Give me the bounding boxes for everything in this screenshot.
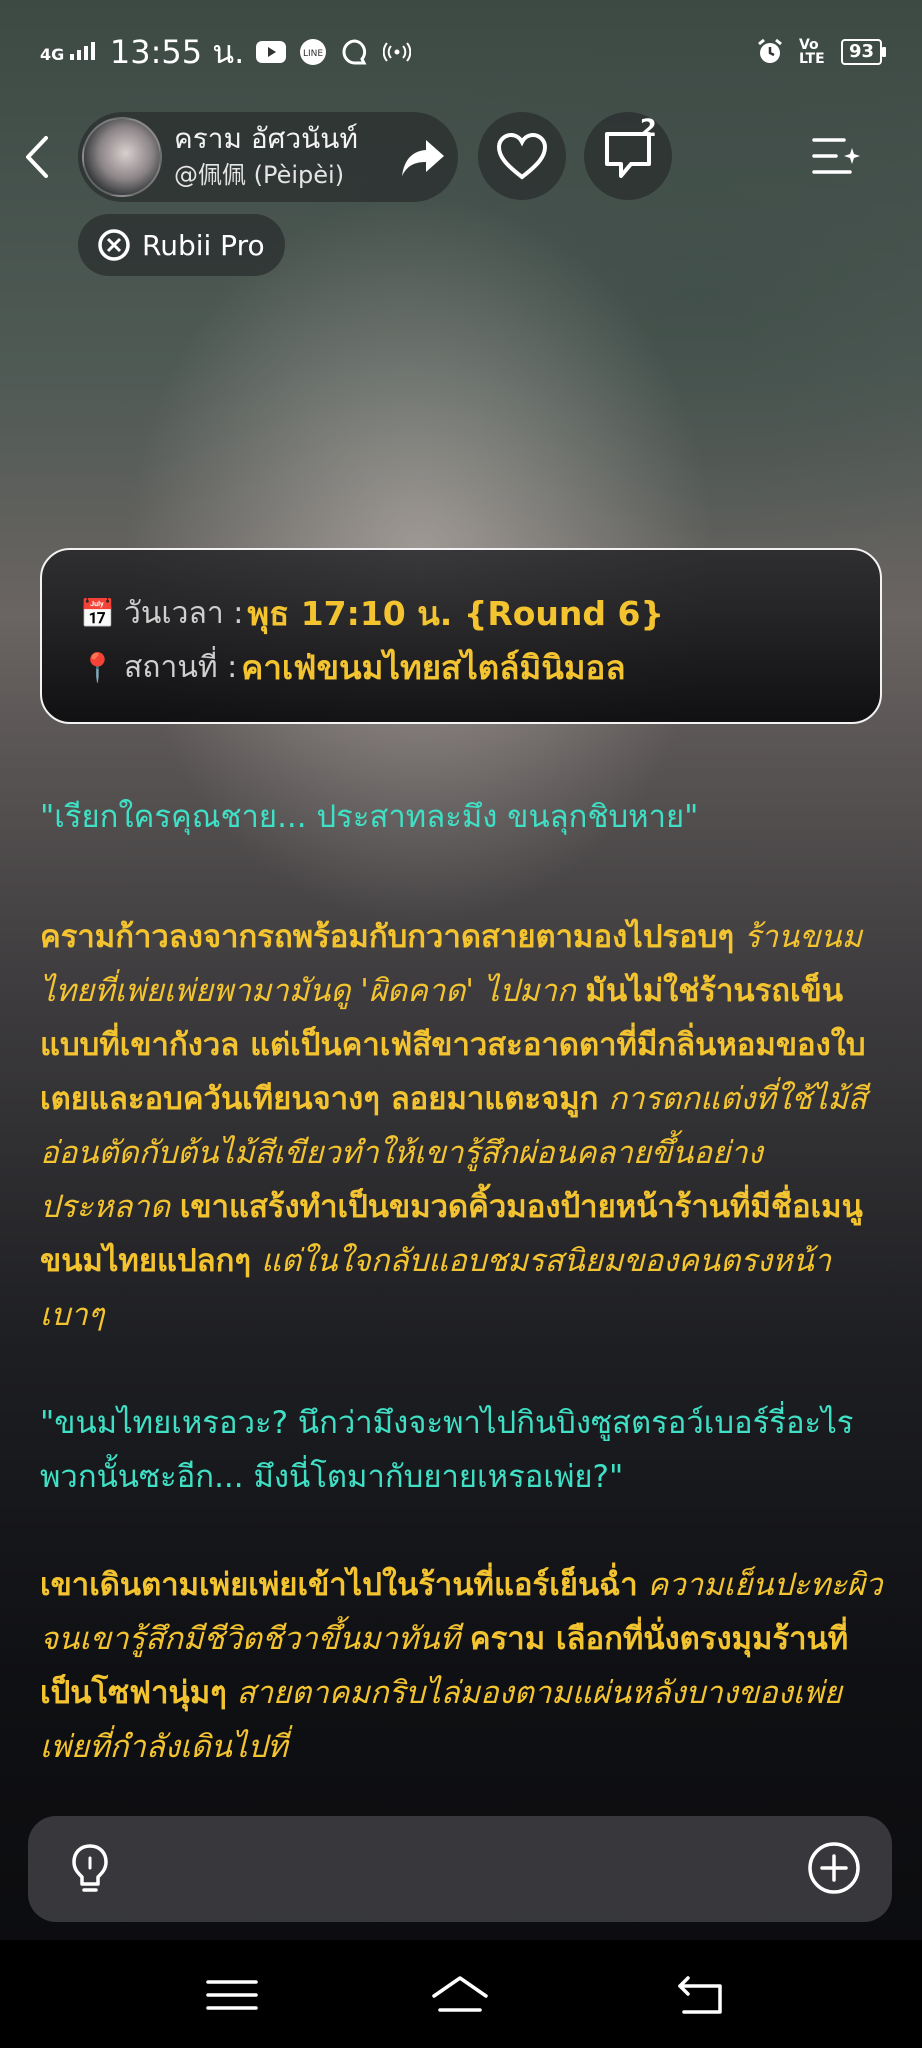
plus-circle-icon[interactable] <box>806 1840 862 1896</box>
recent-apps-icon[interactable] <box>202 1970 262 2020</box>
scene-time-row: 📅 วันเวลา : พุธ 17:10 น. {Round 6} <box>80 586 880 640</box>
battery-indicator: 93 <box>840 39 887 65</box>
network-type: 4G <box>40 44 65 64</box>
home-icon[interactable] <box>430 1970 490 2020</box>
volte-indicator: Vo LTE <box>798 37 825 67</box>
message-input-bar[interactable] <box>28 1816 892 1922</box>
narration-bold: เขาเดินตามเพ่ยเพ่ยเข้าไปในร้านที่แอร์เย็… <box>40 1567 638 1603</box>
lightbulb-icon[interactable] <box>62 1840 118 1896</box>
heart-icon <box>496 132 548 180</box>
story-message: "เรียกใครคุณชาย... ประสาทละมึง ขนลุกชิบห… <box>40 790 890 1774</box>
character-name: คราม อัศวนันท์ <box>174 122 358 155</box>
back-nav-icon[interactable] <box>672 1970 732 2020</box>
hotspot-icon <box>382 37 412 67</box>
like-button[interactable] <box>478 112 566 200</box>
svg-text:LINE: LINE <box>303 49 323 59</box>
character-handle: @佩佩 (Pèipèi) <box>174 161 345 189</box>
dialogue-line: "เรียกใครคุณชาย... ประสาทละมึง ขนลุกชิบห… <box>40 799 699 835</box>
scene-place-row: 📍 สถานที่ : คาเฟ่ขนมไทยสไตล์มินิมอล <box>80 640 880 694</box>
scene-time-value: พุธ 17:10 น. {Round 6} <box>247 593 664 633</box>
rubii-pro-label: Rubii Pro <box>142 228 265 262</box>
location-pin-icon: 📍 <box>80 650 115 684</box>
dialogue-line: "ขนมไทยเหรอวะ? นึกว่ามึงจะพาไปกินบิงซูสต… <box>40 1405 854 1495</box>
character-names: คราม อัศวนันท์ @佩佩 (Pèipèi) <box>174 121 358 193</box>
menu-sparkle-icon[interactable] <box>810 132 860 182</box>
alarm-icon <box>755 37 785 67</box>
scene-info-card: 📅 วันเวลา : พุธ 17:10 น. {Round 6} 📍 สถา… <box>40 548 882 724</box>
calendar-icon: 📅 <box>80 596 115 630</box>
status-time: 13:55 น. <box>109 32 245 71</box>
youtube-icon <box>256 37 287 67</box>
avatar[interactable] <box>82 117 162 197</box>
rubii-pro-button[interactable]: Rubii Pro <box>78 214 285 276</box>
rubii-logo-icon <box>98 229 130 261</box>
scene-time-label: วันเวลา : <box>124 595 244 631</box>
narration-paragraph: ครามก้าวลงจากรถพร้อมกับกวาดสายตามองไปรอบ… <box>40 910 890 1342</box>
narration-paragraph: เขาเดินตามเพ่ยเพ่ยเข้าไปในร้านที่แอร์เย็… <box>40 1558 890 1774</box>
signal-icon: 4G <box>40 41 98 64</box>
scene-place-label: สถานที่ : <box>124 649 238 685</box>
system-navigation-bar <box>0 1940 922 2048</box>
narration-bold: ครามก้าวลงจากรถพร้อมกับกวาดสายตามองไปรอบ… <box>40 919 735 955</box>
chat-header: คราม อัศวนันท์ @佩佩 (Pèipèi) 2 <box>0 110 922 204</box>
status-bar: 4G 13:55 น. LINE Vo LTE 93 <box>0 0 922 104</box>
share-icon[interactable] <box>398 132 448 182</box>
line-icon: LINE <box>298 37 328 67</box>
scene-place-value: คาเฟ่ขนมไทยสไตล์มินิมอล <box>241 647 626 687</box>
back-arrow-icon[interactable] <box>18 134 58 180</box>
chat-bubble-icon <box>340 37 370 67</box>
comment-count-badge: 2 <box>640 114 657 142</box>
comment-button[interactable] <box>584 112 672 200</box>
